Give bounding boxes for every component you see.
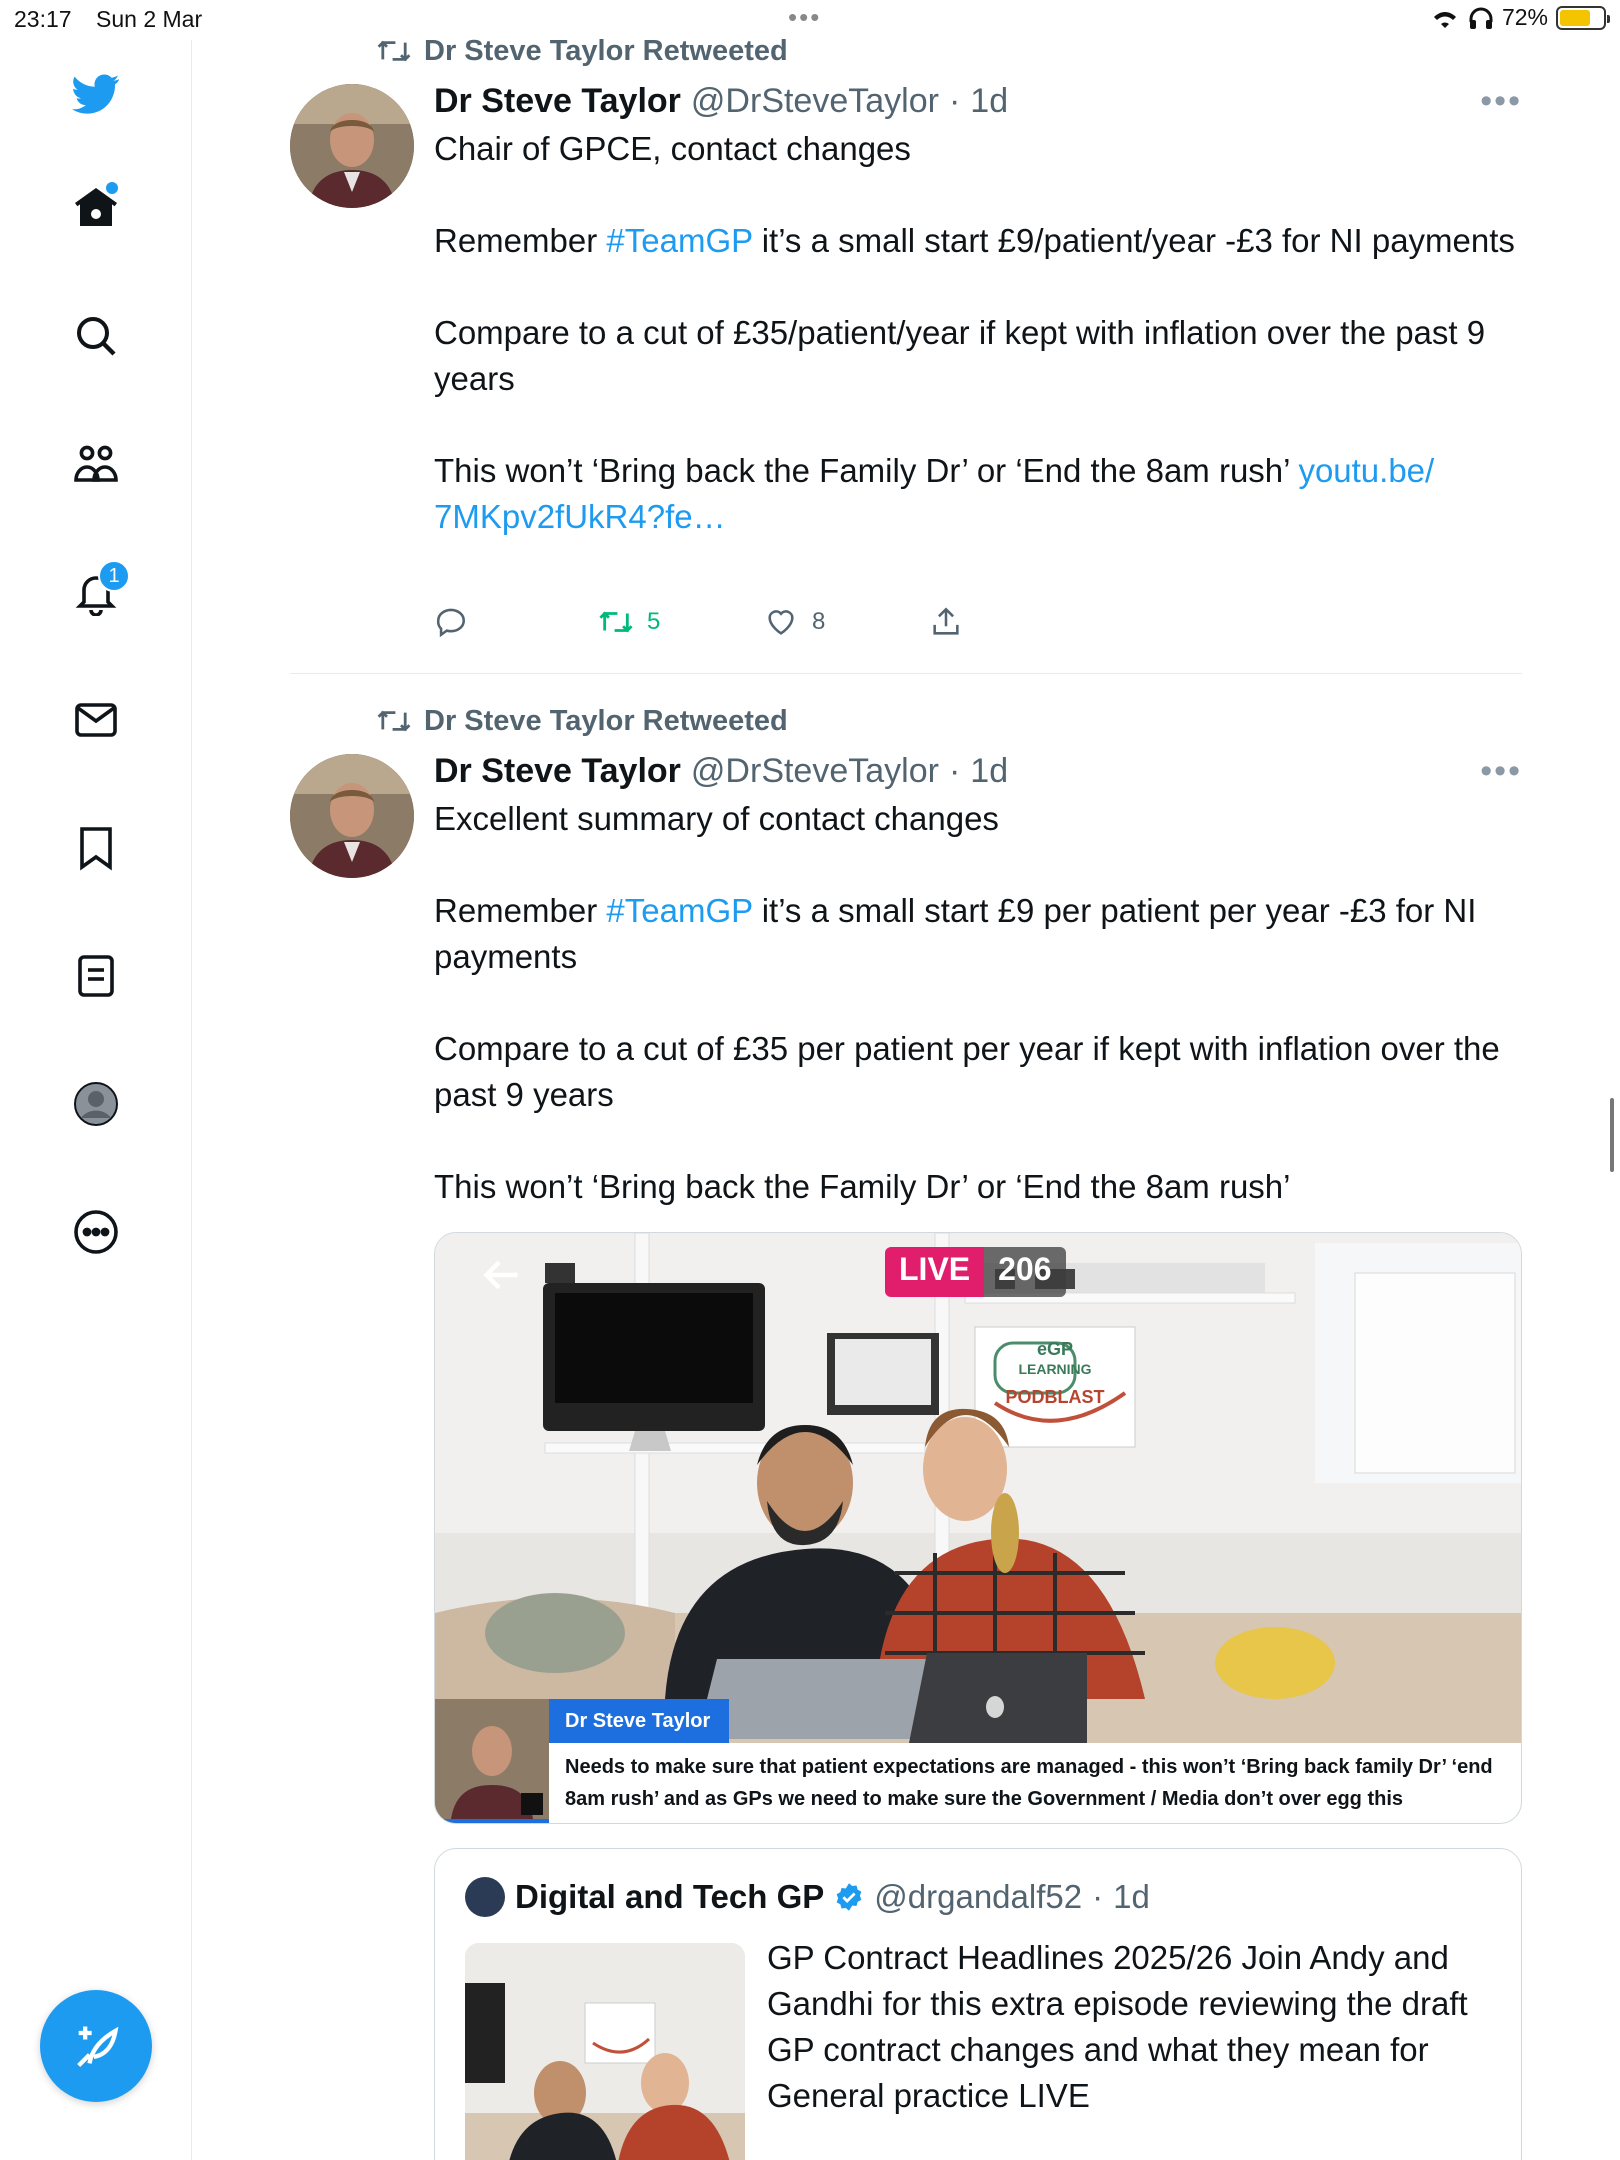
twitter-logo-icon[interactable] xyxy=(62,60,130,128)
retweet-icon xyxy=(377,710,411,732)
bookmarks-icon[interactable] xyxy=(62,814,130,882)
retweet-label: Dr Steve Taylor Retweeted xyxy=(376,32,788,70)
search-icon[interactable] xyxy=(62,302,130,370)
verified-badge-icon xyxy=(836,1883,862,1911)
caption-text: Needs to make sure that patient expectat… xyxy=(549,1743,1521,1823)
reply-icon xyxy=(436,608,466,638)
battery-icon xyxy=(1556,5,1610,30)
home-icon[interactable] xyxy=(62,174,130,242)
avatar xyxy=(465,1877,505,1917)
status-date: Sun 2 Mar xyxy=(96,6,203,32)
quoted-tweet-text: GP Contract Headlines 2025/26 Join Andy … xyxy=(767,1939,1468,2114)
tweet-actions: 5 8 xyxy=(434,602,1094,642)
compose-icon xyxy=(77,2026,119,2068)
logo-text: PODBLAST xyxy=(1005,1387,1105,1407)
live-badge: LIVE 206 xyxy=(885,1247,1066,1297)
speaker-name: Dr Steve Taylor xyxy=(549,1699,729,1743)
header-separator: · xyxy=(948,752,961,790)
quoted-tweet-time: 1d xyxy=(1113,1878,1150,1915)
hashtag-link[interactable]: #TeamGP xyxy=(606,222,752,259)
author-name[interactable]: Dr Steve Taylor xyxy=(434,82,681,121)
retweet-label: Dr Steve Taylor Retweeted xyxy=(376,702,788,740)
avatar[interactable] xyxy=(290,84,414,208)
tweet-paragraph: Compare to a cut of £35 per patient per … xyxy=(434,1030,1500,1113)
retweet-label-text: Dr Steve Taylor Retweeted xyxy=(424,704,788,737)
more-options-icon[interactable]: ••• xyxy=(1480,82,1522,121)
headphones-icon xyxy=(1469,7,1493,29)
quoted-author-handle: @drgandalf52 xyxy=(874,1878,1083,1915)
like-count: 8 xyxy=(812,608,826,635)
back-arrow-icon[interactable] xyxy=(477,1253,525,1297)
quoted-tweet-header: Digital and Tech GP @drgandalf52 · 1d xyxy=(465,1877,1150,1917)
multitasking-dots-icon[interactable]: ••• xyxy=(788,2,821,33)
tweet-paragraph: Compare to a cut of £35/patient/year if … xyxy=(434,314,1486,397)
text-span: Remember xyxy=(434,222,607,259)
reply-button[interactable] xyxy=(434,602,599,642)
share-icon xyxy=(933,607,959,635)
tweet-paragraph: This won’t ‘Bring back the Family Dr’ or… xyxy=(434,448,1522,540)
compose-button[interactable] xyxy=(40,1990,152,2102)
profile-icon[interactable] xyxy=(62,1070,130,1138)
like-button[interactable]: 8 xyxy=(764,602,929,642)
tweet-paragraph: Remember #TeamGP it’s a small start £9/p… xyxy=(434,218,1522,264)
heart-icon xyxy=(768,610,794,635)
tweet-paragraph: This won’t ‘Bring back the Family Dr’ or… xyxy=(434,1168,1291,1205)
status-time: 23:17 xyxy=(14,6,72,32)
tweet[interactable]: Dr Steve Taylor Retweeted Dr Steve Taylo… xyxy=(290,32,1522,652)
lists-icon[interactable] xyxy=(62,942,130,1010)
live-video-player[interactable]: LIVE 206 eGP LEARNING PODBLAST Dr Steve … xyxy=(434,1232,1522,1824)
more-options-icon[interactable]: ••• xyxy=(1480,752,1522,791)
tweet-paragraph: Remember #TeamGP it’s a small start £9 p… xyxy=(434,888,1522,980)
podcast-logo: eGP LEARNING PODBLAST xyxy=(985,1339,1125,1407)
lower-third-caption: Dr Steve Taylor Needs to make sure that … xyxy=(435,1699,1521,1823)
wifi-icon xyxy=(1433,11,1456,28)
tweet-text: Chair of GPCE, contact changes Remember … xyxy=(434,126,1522,540)
viewer-count: 206 xyxy=(984,1247,1066,1297)
live-label: LIVE xyxy=(885,1247,985,1297)
messages-icon[interactable] xyxy=(62,686,130,754)
tweet-paragraph: Excellent summary of contact changes xyxy=(434,800,999,837)
retweet-button[interactable]: 5 xyxy=(599,602,764,642)
tweet-header: Dr Steve Taylor @DrSteveTaylor · 1d xyxy=(434,752,1008,791)
tweet-text: Excellent summary of contact changes Rem… xyxy=(434,796,1522,1210)
retweet-icon xyxy=(377,40,411,62)
home-unread-dot xyxy=(106,182,118,194)
retweet-icon xyxy=(599,611,633,633)
quoted-tweet[interactable]: Digital and Tech GP @drgandalf52 · 1d GP… xyxy=(434,1848,1522,2160)
quoted-author-name: Digital and Tech GP xyxy=(515,1878,825,1915)
retweet-label-text: Dr Steve Taylor Retweeted xyxy=(424,34,788,67)
tweet-time[interactable]: 1d xyxy=(970,82,1008,121)
quoted-video-thumbnail[interactable] xyxy=(465,1943,745,2160)
tweet-divider xyxy=(290,673,1522,674)
tweet-header: Dr Steve Taylor @DrSteveTaylor · 1d xyxy=(434,82,1008,121)
status-right: 72% xyxy=(1430,4,1610,31)
hashtag-link[interactable]: #TeamGP xyxy=(606,892,752,929)
logo-text: LEARNING xyxy=(1018,1361,1092,1377)
share-button[interactable] xyxy=(929,602,1094,642)
header-separator: · xyxy=(948,82,961,120)
speaker-thumbnail xyxy=(435,1699,549,1823)
tweet-paragraph: Chair of GPCE, contact changes xyxy=(434,130,911,167)
more-icon[interactable] xyxy=(62,1198,130,1266)
text-span: it’s a small start £9/patient/year -£3 f… xyxy=(752,222,1515,259)
sidebar: 1 xyxy=(0,40,192,2160)
avatar[interactable] xyxy=(290,754,414,878)
author-handle[interactable]: @DrSteveTaylor xyxy=(691,82,939,121)
header-separator: · xyxy=(1092,1878,1104,1915)
tweet-time[interactable]: 1d xyxy=(970,752,1008,791)
text-span: Remember xyxy=(434,892,607,929)
notifications-icon[interactable]: 1 xyxy=(62,558,130,626)
logo-text: eGP xyxy=(1036,1339,1074,1359)
notifications-badge: 1 xyxy=(98,560,130,592)
text-span: This won’t ‘Bring back the Family Dr’ or… xyxy=(434,452,1299,489)
communities-icon[interactable] xyxy=(62,430,130,498)
author-name[interactable]: Dr Steve Taylor xyxy=(434,752,681,791)
scroll-indicator[interactable] xyxy=(1610,1098,1614,1172)
battery-percent: 72% xyxy=(1501,4,1548,30)
retweet-count: 5 xyxy=(647,608,661,635)
author-handle[interactable]: @DrSteveTaylor xyxy=(691,752,939,791)
